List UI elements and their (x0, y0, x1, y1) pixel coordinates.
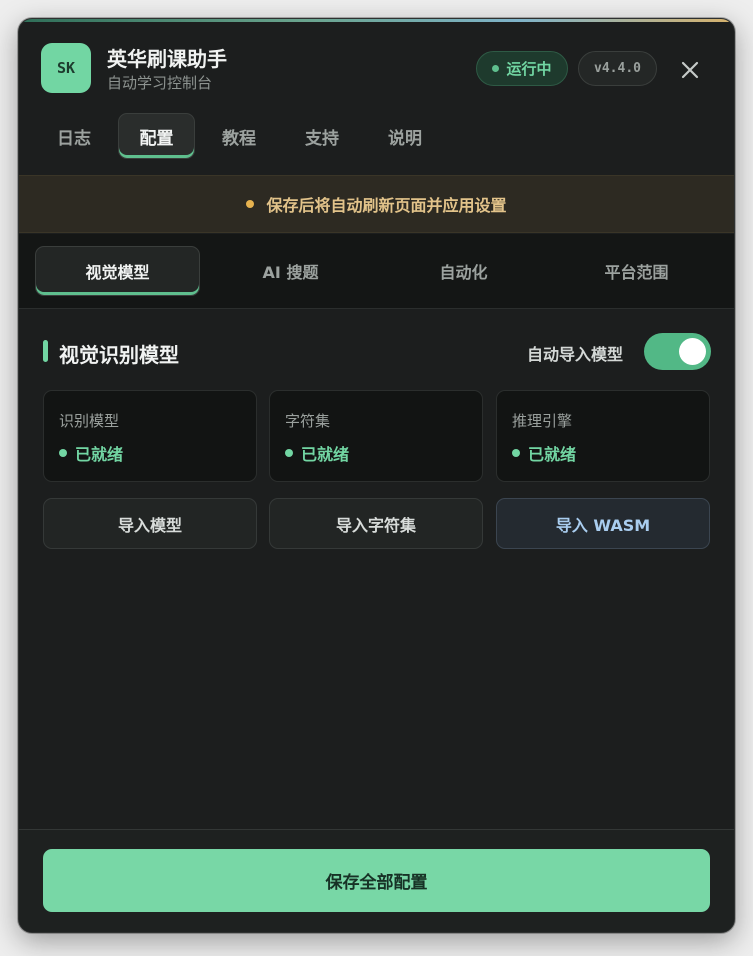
close-button[interactable] (675, 55, 705, 85)
toggle-knob (679, 338, 706, 365)
card-status: 已就绪 (285, 441, 349, 465)
notice-banner: 保存后将自动刷新页面并应用设置 (19, 175, 734, 233)
assistant-panel: SK 英华刷课助手 自动学习控制台 运行中 v4.4.0 日志 配置 教程 支持… (18, 18, 735, 933)
card-status: 已就绪 (59, 441, 123, 465)
close-icon (681, 61, 699, 79)
auto-import-toggle[interactable] (644, 333, 711, 370)
notice-dot-icon (246, 200, 255, 208)
card-label: 识别模型 (59, 412, 120, 430)
subtab-platform-scope[interactable]: 平台范围 (554, 246, 719, 296)
subtab-ai-search[interactable]: AI 搜题 (208, 246, 373, 296)
version-badge: v4.4.0 (578, 51, 657, 86)
status-badge: 运行中 (476, 51, 568, 86)
status-card-charset: 字符集 已就绪 (269, 390, 483, 482)
save-all-button[interactable]: 保存全部配置 (43, 849, 710, 912)
accent-line (19, 19, 734, 22)
card-status: 已就绪 (512, 441, 576, 465)
tab-log[interactable]: 日志 (41, 113, 107, 159)
tab-support[interactable]: 支持 (289, 113, 355, 159)
subtab-vision-model[interactable]: 视觉模型 (35, 246, 200, 296)
import-wasm-button[interactable]: 导入 WASM (496, 498, 710, 549)
status-card-engine: 推理引擎 已就绪 (496, 390, 710, 482)
app-subtitle: 自动学习控制台 (107, 74, 213, 92)
import-charset-button[interactable]: 导入字符集 (269, 498, 483, 549)
tab-tutorial[interactable]: 教程 (206, 113, 272, 159)
app-title: 英华刷课助手 (107, 47, 227, 71)
card-label: 推理引擎 (512, 412, 573, 430)
tab-help[interactable]: 说明 (372, 113, 438, 159)
subtab-automation[interactable]: 自动化 (381, 246, 546, 296)
import-model-button[interactable]: 导入模型 (43, 498, 257, 549)
card-status-text: 已就绪 (301, 445, 350, 464)
footer: 保存全部配置 (19, 829, 734, 932)
ready-dot-icon (285, 449, 293, 457)
app-logo: SK (41, 43, 91, 93)
notice-text: 保存后将自动刷新页面并应用设置 (266, 196, 507, 215)
sub-tabs: 视觉模型 AI 搜题 自动化 平台范围 (19, 234, 734, 309)
auto-import-label: 自动导入模型 (527, 345, 624, 364)
ready-dot-icon (59, 449, 67, 457)
ready-dot-icon (512, 449, 520, 457)
section-title: 视觉识别模型 (59, 343, 179, 367)
card-status-text: 已就绪 (528, 445, 577, 464)
tab-config[interactable]: 配置 (118, 113, 195, 159)
status-card-model: 识别模型 已就绪 (43, 390, 257, 482)
section-accent-bar (43, 340, 48, 362)
card-status-text: 已就绪 (75, 445, 124, 464)
status-text: 运行中 (506, 60, 552, 78)
card-label: 字符集 (285, 412, 331, 430)
status-dot-icon (492, 65, 500, 72)
